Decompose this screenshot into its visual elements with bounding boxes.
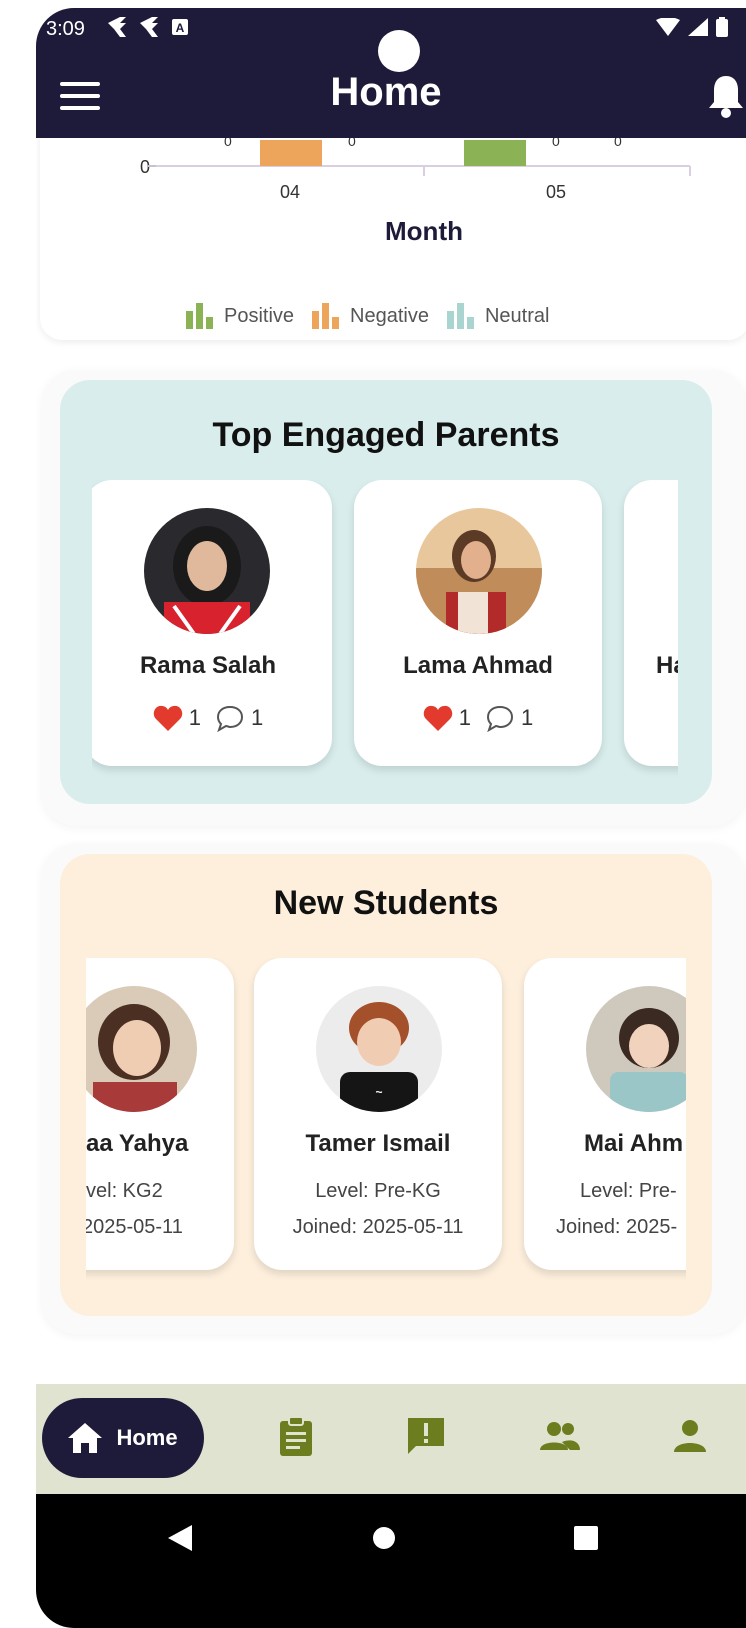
- app-bar: 3:09 A Home: [36, 8, 746, 138]
- parent-card[interactable]: Lama Ahmad 1 1: [354, 480, 602, 766]
- section-title: Top Engaged Parents: [212, 416, 560, 454]
- legend-label: Negative: [350, 304, 429, 327]
- like-count: 1: [458, 705, 471, 730]
- top-parents-section: Top Engaged Parents Rama Salah 1 1 Lama …: [60, 380, 712, 804]
- legend-neutral[interactable]: Neutral: [446, 303, 550, 329]
- comment-icon[interactable]: [215, 704, 245, 732]
- x-tick-label: 04: [280, 182, 300, 202]
- clipboard-icon[interactable]: [276, 1416, 316, 1456]
- bar-chart-icon: [186, 303, 213, 329]
- phone-screen: 0 0 0 0 0 04 05 Month Positive Negative: [36, 8, 746, 1628]
- student-name: aa Yahya: [86, 1130, 189, 1157]
- student-joined: 2025-05-11: [86, 1216, 183, 1238]
- page-title: Home: [330, 70, 442, 114]
- profile-icon[interactable]: [670, 1416, 710, 1456]
- legend-label: Neutral: [484, 304, 550, 327]
- x-tick-label: 05: [546, 182, 566, 202]
- like-count: 1: [188, 705, 201, 730]
- status-icons-left: A: [108, 17, 188, 37]
- bar-positive-05: [464, 140, 526, 166]
- student-name: Tamer Ismail: [305, 1130, 451, 1157]
- bar-chart-icon: [446, 303, 474, 329]
- bottom-nav: Home: [36, 1384, 746, 1494]
- keyboard-a-icon: A: [172, 19, 188, 35]
- legend-label: Positive: [224, 304, 295, 327]
- comment-count: 1: [521, 705, 534, 730]
- feedback-icon[interactable]: [406, 1416, 446, 1456]
- reactions-row: 1 1: [92, 704, 332, 732]
- student-card[interactable]: ~ Tamer Ismail Level: Pre-KG Joined: 202…: [254, 958, 502, 1270]
- avatar: ~: [316, 986, 442, 1112]
- comment-icon[interactable]: [485, 704, 515, 732]
- nav-home-button[interactable]: Home: [42, 1398, 204, 1478]
- student-card[interactable]: Mai Ahm Level: Pre- Joined: 2025-: [524, 958, 686, 1270]
- parent-name: Ha: [656, 652, 678, 679]
- group-icon[interactable]: [538, 1416, 582, 1456]
- svg-text:~: ~: [375, 1085, 382, 1099]
- system-nav-bar: [36, 1494, 746, 1628]
- signal-icon: [688, 18, 708, 36]
- home-icon: [68, 1423, 103, 1453]
- student-level: vel: KG2: [86, 1180, 163, 1202]
- svg-text:A: A: [176, 21, 185, 35]
- status-time: 3:09: [46, 18, 85, 40]
- heart-icon[interactable]: [153, 704, 183, 732]
- back-icon[interactable]: [168, 1525, 192, 1551]
- students-carousel[interactable]: aa Yahya vel: KG2 2025-05-11 ~ Tamer Ism…: [86, 958, 686, 1288]
- battery-icon: [716, 17, 728, 37]
- parent-card[interactable]: Ha: [624, 480, 678, 766]
- student-name: Mai Ahm: [584, 1130, 684, 1157]
- avatar: [144, 508, 270, 634]
- wifi-icon: [656, 18, 680, 36]
- chart-legend: Positive Negative Neutral: [186, 303, 549, 329]
- top-parents-container: Top Engaged Parents Rama Salah 1 1 Lama …: [42, 370, 746, 826]
- parent-name: Lama Ahmad: [403, 652, 553, 679]
- bar-chart-icon: [312, 303, 340, 329]
- student-level: Level: Pre-: [580, 1180, 677, 1202]
- home-circle-icon[interactable]: [372, 1526, 396, 1550]
- avatar: [586, 986, 686, 1112]
- heart-icon[interactable]: [423, 704, 453, 732]
- legend-positive[interactable]: Positive: [186, 303, 294, 329]
- flutter-icon: [108, 17, 126, 37]
- avatar: [86, 986, 197, 1112]
- flutter-icon: [140, 17, 158, 37]
- comment-count: 1: [251, 705, 264, 730]
- student-card[interactable]: aa Yahya vel: KG2 2025-05-11: [86, 958, 234, 1270]
- section-title: New Students: [273, 884, 499, 922]
- student-level: Level: Pre-KG: [315, 1180, 441, 1202]
- new-students-container: New Students aa Yahya vel: KG2 2025-05-1…: [42, 844, 746, 1334]
- avatar: [416, 508, 542, 634]
- status-icons-right: [656, 17, 728, 37]
- reactions-row: 1 1: [354, 704, 602, 732]
- x-axis-title: Month: [385, 216, 463, 246]
- bar-negative-04: [260, 140, 322, 166]
- new-students-section: New Students aa Yahya vel: KG2 2025-05-1…: [60, 854, 712, 1316]
- student-joined: Joined: 2025-: [556, 1216, 678, 1238]
- parent-name: Rama Salah: [139, 652, 277, 679]
- parent-card[interactable]: Rama Salah 1 1: [92, 480, 332, 766]
- notification-bell-icon[interactable]: [706, 74, 746, 118]
- parents-carousel[interactable]: Rama Salah 1 1 Lama Ahmad 1 1 H: [92, 480, 678, 780]
- student-joined: Joined: 2025-05-11: [292, 1216, 464, 1238]
- legend-negative[interactable]: Negative: [312, 303, 429, 329]
- recents-icon[interactable]: [574, 1526, 598, 1550]
- nav-home-label: Home: [116, 1425, 178, 1450]
- camera-cutout: [378, 30, 420, 72]
